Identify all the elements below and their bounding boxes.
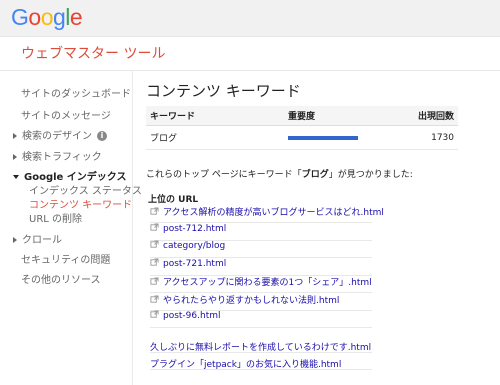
sidebar-item-label: URL の削除 [29,214,83,225]
sidebar-item-label: クロール [22,235,62,246]
app-title[interactable]: ウェブマスター ツール [21,43,165,63]
expand-arrow-icon [13,154,17,160]
url-list-item: やられたらやり返すかもしれない法則.html [150,293,372,311]
table-header-row: キーワード 重要度 出現回数 [146,106,458,126]
sidebar-item-content-keywords[interactable]: コンテンツ キーワード [29,196,132,211]
sidebar-item-label: 検索トラフィック [22,152,102,163]
top-urls-heading: 上位の URL [148,195,199,205]
url-link[interactable]: やられたらやり返すかもしれない法則.html [163,296,339,306]
url-link[interactable]: category/blog [163,241,225,251]
external-link-icon[interactable] [150,207,159,216]
keyword-cell: ブログ [146,125,284,150]
logo-letter-e: e [69,4,83,30]
sidebar-item-remove-urls[interactable]: URL の削除 [29,210,82,225]
url-link[interactable]: アクセス解析の精度が高いブログサービスはどれ.html [163,208,384,218]
logo-letter-g: G [11,4,29,30]
url-link[interactable]: post-712.html [163,224,226,234]
external-link-icon[interactable] [150,310,159,319]
external-link-icon[interactable] [150,277,159,286]
sidebar-item-search-traffic[interactable]: 検索トラフィック [13,148,102,163]
external-link-icon[interactable] [150,257,159,267]
found-suffix: 」が見つかりました: [328,170,413,180]
keywords-table: キーワード 重要度 出現回数 ブログ 1730 [146,106,458,150]
importance-bar-fill [288,135,358,140]
url-link[interactable]: post-721.html [163,259,226,269]
expand-arrow-icon [13,133,17,139]
count-cell: 1730 [402,125,458,150]
info-icon[interactable]: i [97,131,107,141]
external-link-icon[interactable] [150,240,159,249]
url-link[interactable]: アクセスアップに関わる要素の1つ「シェア」.html [163,278,372,288]
column-header-importance[interactable]: 重要度 [284,106,402,126]
found-keyword: ブログ [301,170,329,180]
sidebar-item-search-appearance[interactable]: 検索のデザイン i [13,127,107,142]
sidebar-item-security-issues[interactable]: セキュリティの問題 [21,251,110,266]
logo-letter-g2: g [52,4,66,30]
sidebar-item-index-status[interactable]: インデックス ステータス [29,182,142,197]
sidebar-item-crawl[interactable]: クロール [13,231,62,246]
found-prefix: これらのトップ ページにキーワード「 [146,170,302,180]
sidebar-item-messages[interactable]: サイトのメッセージ [21,107,111,122]
logo-letter-o1: o [28,4,41,30]
sidebar-item-label: その他のリソース [21,275,101,286]
sidebar-item-google-index[interactable]: Google インデックス [13,168,127,183]
external-link-icon[interactable] [150,222,159,232]
url-list-item: post-96.html [150,310,372,328]
sidebar-item-label: 検索のデザイン [22,131,92,142]
sidebar-item-label: サイトのメッセージ [21,111,111,122]
url-list-item: post-712.html [150,222,372,241]
column-header-keyword[interactable]: キーワード [146,106,284,126]
logo-letter-o2: o [40,4,54,30]
table-row: ブログ 1730 [146,125,458,150]
column-header-count[interactable]: 出現回数 [402,106,458,126]
importance-bar [288,135,358,140]
url-link[interactable]: post-96.html [163,311,221,321]
url-list-item: アクセスアップに関わる要素の1つ「シェア」.html [150,275,372,293]
page-title: コンテンツ キーワード [146,82,301,100]
expand-arrow-icon [13,237,17,243]
external-link-icon[interactable] [150,294,159,304]
importance-cell [284,125,402,150]
keyword-found-message: これらのトップ ページにキーワード「ブログ」が見つかりました: [146,167,413,180]
sidebar-item-label: セキュリティの問題 [21,255,111,266]
url-list-item: category/blog [150,240,372,258]
sidebar-item-other-resources[interactable]: その他のリソース [21,271,101,286]
row-divider [150,352,372,370]
row-divider [150,335,372,353]
top-bar: Google [0,0,500,37]
url-list-item: アクセス解析の精度が高いブログサービスはどれ.html [150,205,384,223]
sidebar-item-dashboard[interactable]: サイトのダッシュボード [21,85,131,100]
google-logo[interactable]: Google [11,4,83,31]
sidebar-item-label: サイトのダッシュボード [21,89,131,100]
sidebar: サイトのダッシュボード サイトのメッセージ 検索のデザイン i 検索トラフィック … [0,71,142,385]
url-list-item: post-721.html [150,257,372,276]
collapse-arrow-icon [13,175,19,179]
